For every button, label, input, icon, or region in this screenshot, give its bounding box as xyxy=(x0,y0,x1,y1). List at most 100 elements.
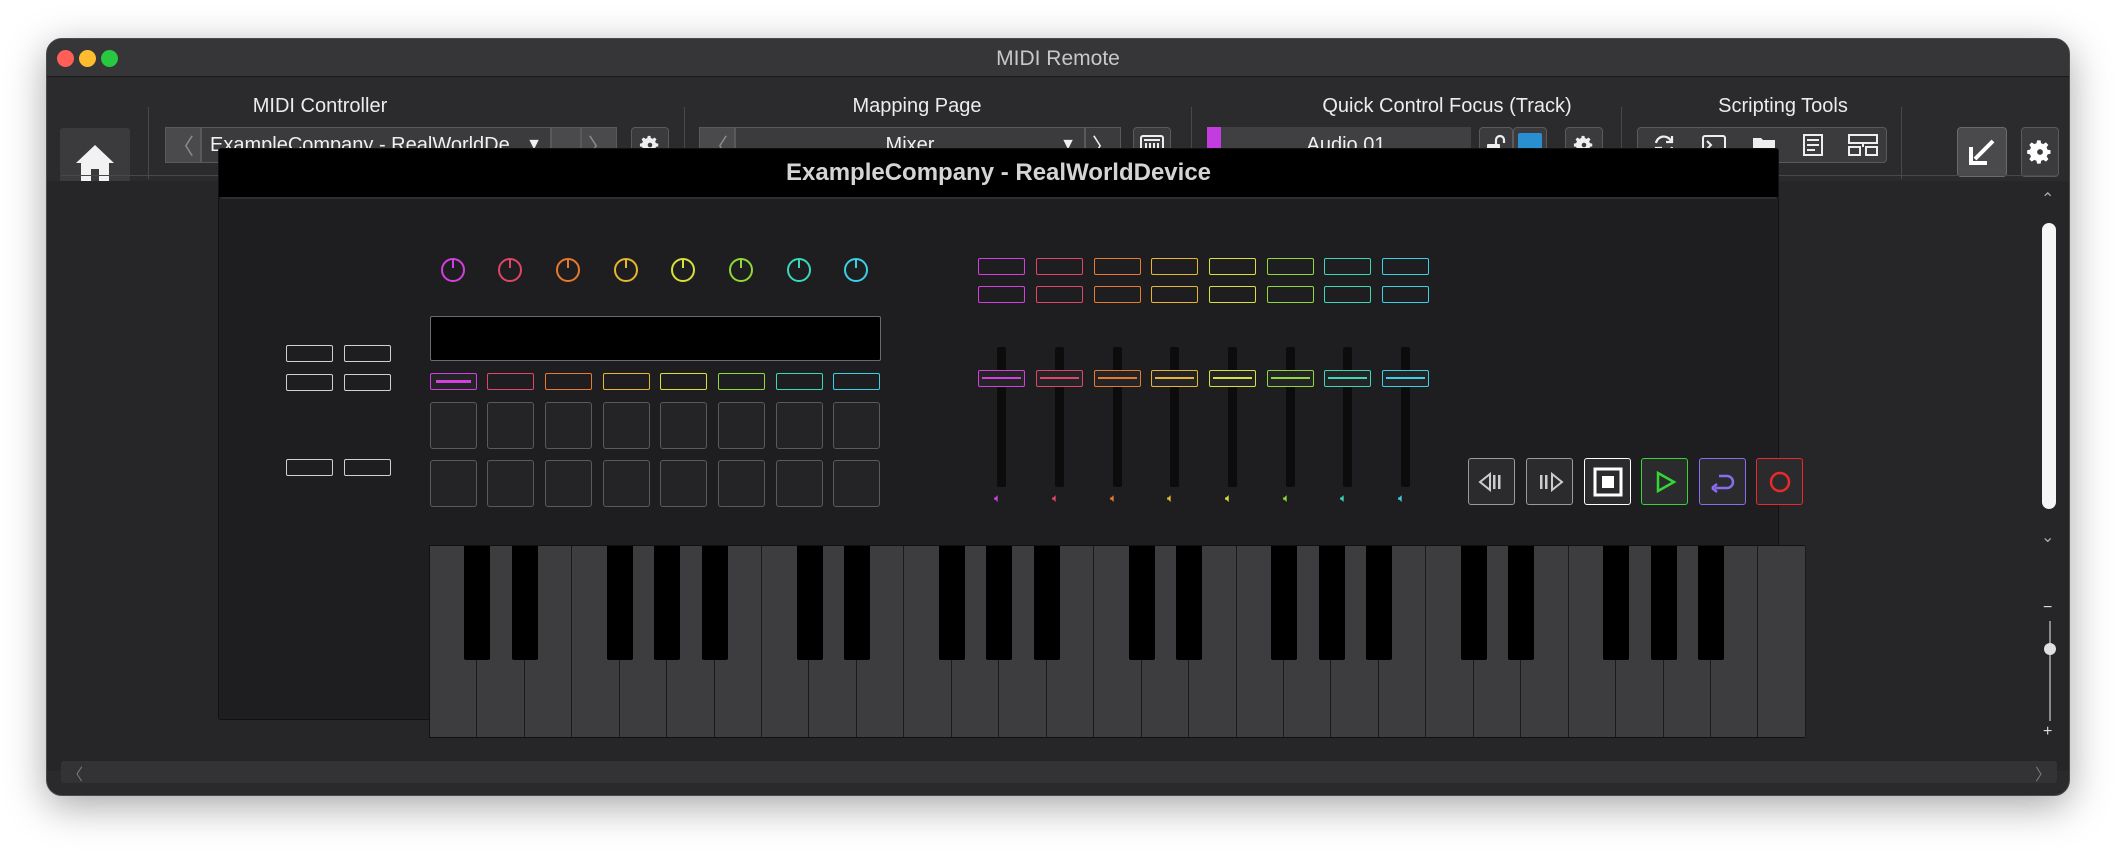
mute-button-2[interactable] xyxy=(1036,258,1083,275)
select-button-6[interactable] xyxy=(718,373,765,390)
vertical-scrollbar[interactable]: ⌃ ⌄ xyxy=(2037,189,2063,559)
zoom-slider[interactable]: − + xyxy=(2037,599,2063,749)
pad-top-5[interactable] xyxy=(660,402,707,449)
select-button-2[interactable] xyxy=(487,373,534,390)
scroll-left-icon[interactable]: 〈 xyxy=(67,761,83,785)
utility-button-3[interactable] xyxy=(286,374,333,391)
knob-7[interactable] xyxy=(787,258,811,282)
pad-top-6[interactable] xyxy=(718,402,765,449)
black-key[interactable] xyxy=(1128,546,1155,660)
select-button-3[interactable] xyxy=(545,373,592,390)
black-key[interactable] xyxy=(654,546,681,660)
black-key[interactable] xyxy=(1508,546,1535,660)
black-key[interactable] xyxy=(606,546,633,660)
layout-button[interactable] xyxy=(1848,134,1878,161)
record-button[interactable] xyxy=(1756,458,1803,505)
zoom-out-icon[interactable]: − xyxy=(2043,599,2052,617)
fader-1[interactable] xyxy=(978,370,1025,387)
scroll-right-icon[interactable]: 〉 xyxy=(2035,761,2051,785)
pad-bottom-4[interactable] xyxy=(603,460,650,507)
mute-button-8[interactable] xyxy=(1382,258,1429,275)
black-key[interactable] xyxy=(1033,546,1060,660)
scroll-down-icon[interactable]: ⌄ xyxy=(2041,527,2054,547)
play-button[interactable] xyxy=(1641,458,1688,505)
vertical-scroll-thumb[interactable] xyxy=(2042,223,2056,509)
black-key[interactable] xyxy=(1698,546,1725,660)
pad-bottom-8[interactable] xyxy=(833,460,880,507)
fader-7[interactable] xyxy=(1324,370,1371,387)
knob-4[interactable] xyxy=(614,258,638,282)
pad-bottom-6[interactable] xyxy=(718,460,765,507)
knob-5[interactable] xyxy=(671,258,695,282)
black-key[interactable] xyxy=(511,546,538,660)
horizontal-scrollbar[interactable]: 〈 〉 xyxy=(61,761,2057,785)
utility-button-5[interactable] xyxy=(286,459,333,476)
select-button-5[interactable] xyxy=(660,373,707,390)
select-button-8[interactable] xyxy=(833,373,880,390)
select-button-1[interactable] xyxy=(430,373,477,390)
solo-button-2[interactable] xyxy=(1036,286,1083,303)
zoom-in-icon[interactable]: + xyxy=(2043,723,2052,741)
zoom-thumb[interactable] xyxy=(2044,643,2056,655)
knob-8[interactable] xyxy=(844,258,868,282)
pad-top-1[interactable] xyxy=(430,402,477,449)
rewind-button[interactable] xyxy=(1468,458,1515,505)
select-button-4[interactable] xyxy=(603,373,650,390)
pad-bottom-7[interactable] xyxy=(776,460,823,507)
pad-top-4[interactable] xyxy=(603,402,650,449)
knob-2[interactable] xyxy=(498,258,522,282)
pad-top-7[interactable] xyxy=(776,402,823,449)
mute-button-5[interactable] xyxy=(1209,258,1256,275)
utility-button-2[interactable] xyxy=(344,345,391,362)
pad-bottom-5[interactable] xyxy=(660,460,707,507)
solo-button-5[interactable] xyxy=(1209,286,1256,303)
pad-bottom-1[interactable] xyxy=(430,460,477,507)
black-key[interactable] xyxy=(464,546,491,660)
fader-8[interactable] xyxy=(1382,370,1429,387)
fader-2[interactable] xyxy=(1036,370,1083,387)
script-notes-button[interactable] xyxy=(1802,134,1824,161)
mute-button-6[interactable] xyxy=(1267,258,1314,275)
mute-button-1[interactable] xyxy=(978,258,1025,275)
pad-bottom-2[interactable] xyxy=(487,460,534,507)
stop-button[interactable] xyxy=(1584,458,1631,505)
collapse-window-button[interactable] xyxy=(1957,127,2007,177)
black-key[interactable] xyxy=(1603,546,1630,660)
solo-button-4[interactable] xyxy=(1151,286,1198,303)
black-key[interactable] xyxy=(844,546,870,660)
black-key[interactable] xyxy=(1271,546,1298,660)
knob-6[interactable] xyxy=(729,258,753,282)
prev-controller-button[interactable]: 〈 xyxy=(165,127,201,163)
black-key[interactable] xyxy=(1650,546,1677,660)
fader-4[interactable] xyxy=(1151,370,1198,387)
black-key[interactable] xyxy=(796,546,823,660)
knob-1[interactable] xyxy=(441,258,465,282)
solo-button-8[interactable] xyxy=(1382,286,1429,303)
utility-button-4[interactable] xyxy=(344,374,391,391)
solo-button-1[interactable] xyxy=(978,286,1025,303)
pad-top-3[interactable] xyxy=(545,402,592,449)
fader-6[interactable] xyxy=(1267,370,1314,387)
black-key[interactable] xyxy=(1318,546,1345,660)
knob-3[interactable] xyxy=(556,258,580,282)
mute-button-4[interactable] xyxy=(1151,258,1198,275)
utility-button-1[interactable] xyxy=(286,345,333,362)
black-key[interactable] xyxy=(1366,546,1392,660)
black-key[interactable] xyxy=(938,546,965,660)
select-button-7[interactable] xyxy=(776,373,823,390)
forward-button[interactable] xyxy=(1526,458,1573,505)
mute-button-7[interactable] xyxy=(1324,258,1371,275)
black-key[interactable] xyxy=(701,546,728,660)
fader-3[interactable] xyxy=(1094,370,1141,387)
keyboard[interactable] xyxy=(429,545,1806,738)
black-key[interactable] xyxy=(986,546,1013,660)
pad-top-8[interactable] xyxy=(833,402,880,449)
white-key[interactable] xyxy=(1758,546,1806,737)
black-key[interactable] xyxy=(1176,546,1203,660)
utility-button-6[interactable] xyxy=(344,459,391,476)
cycle-button[interactable] xyxy=(1699,458,1746,505)
global-settings-button[interactable] xyxy=(2021,127,2059,177)
black-key[interactable] xyxy=(1460,546,1487,660)
fader-5[interactable] xyxy=(1209,370,1256,387)
solo-button-6[interactable] xyxy=(1267,286,1314,303)
